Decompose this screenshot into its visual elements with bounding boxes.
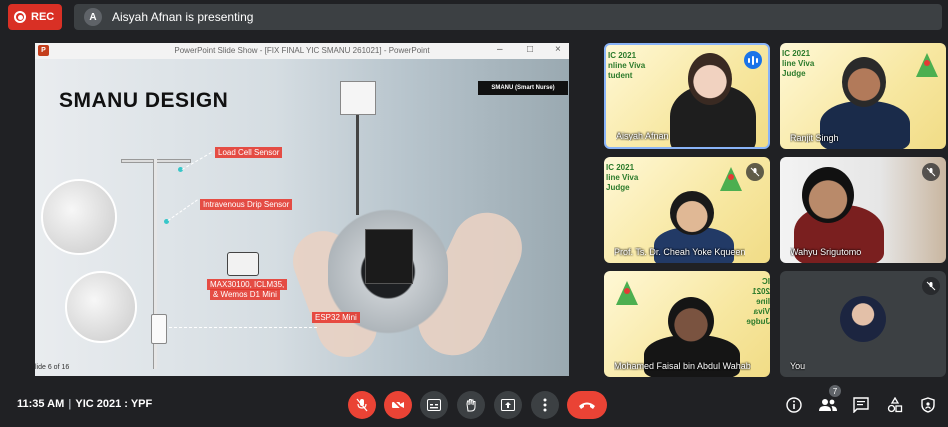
meeting-info: 11:35 AM | YIC 2021 : YPF (17, 398, 153, 410)
participant-name: Ranjit Singh (790, 133, 839, 143)
participant-tile-you[interactable]: You (780, 271, 946, 377)
captions-icon (427, 399, 441, 411)
participant-head (842, 57, 886, 107)
camera-toggle-button[interactable] (384, 391, 412, 419)
bottom-toolbar: 11:35 AM | YIC 2021 : YPF 7 (0, 385, 948, 427)
participant-tile-ranjit[interactable]: IC 2021 line Viva Judge Ranjit Singh (780, 43, 946, 149)
load-cell-label: Load Cell Sensor (215, 147, 283, 158)
esp32-label: ESP32 Mini (312, 312, 360, 323)
leave-call-button[interactable] (567, 391, 607, 419)
current-time: 11:35 AM (17, 398, 65, 410)
speaking-indicator-icon (744, 51, 762, 69)
slide-badge: SMANU (Smart Nurse) (478, 81, 568, 95)
more-options-button[interactable] (531, 391, 559, 419)
yic-logo-icon (720, 167, 742, 191)
microcontroller-image (365, 229, 413, 284)
mic-off-icon (746, 163, 764, 181)
raise-hand-button[interactable] (457, 391, 485, 419)
host-controls-button[interactable] (918, 395, 938, 415)
participant-count-badge: 7 (829, 385, 841, 397)
present-now-button[interactable] (494, 391, 522, 419)
recording-indicator[interactable]: REC (8, 4, 62, 30)
yic-logo-icon (616, 281, 638, 305)
pulse-oximeter-image (227, 252, 259, 276)
activities-button[interactable] (885, 395, 905, 415)
participant-name: Wahyu Srigutomo (790, 247, 862, 257)
end-call-icon (579, 402, 595, 409)
people-button[interactable] (818, 395, 838, 415)
camera-off-icon (391, 398, 405, 412)
participant-name: Aisyah Afnan (616, 131, 669, 141)
participant-name: You (790, 361, 806, 371)
meet-window: REC A Aisyah Afnan is presenting P Power… (0, 0, 948, 427)
maximize-icon: □ (527, 44, 534, 55)
participant-tile-mohamed[interactable]: IC 2021 line Viva Judge Mohamed Faisal bin… (604, 271, 770, 377)
record-icon (14, 11, 26, 23)
participant-tile-cheah[interactable]: IC 2021 line Viva Judge Prof. Ts. Dr. Chea… (604, 157, 770, 263)
window-title: PowerPoint Slide Show - [FIX FINAL YIC S… (174, 46, 430, 55)
recording-label: REC (31, 11, 55, 23)
slide-title: SMANU DESIGN (59, 89, 229, 112)
more-vert-icon (543, 398, 547, 412)
drip-line (167, 199, 198, 221)
close-icon: × (555, 44, 561, 55)
iv-device (151, 314, 167, 344)
viva-banner: IC 2021 line Viva Judge (746, 277, 770, 326)
shared-screen[interactable]: P PowerPoint Slide Show - [FIX FINAL YIC… (35, 43, 569, 376)
participant-tile-wahyu[interactable]: Wahyu Srigutomo (780, 157, 946, 263)
info-icon (786, 397, 802, 413)
activities-icon (887, 397, 903, 413)
participant-head (802, 167, 854, 223)
presenter-avatar: A (84, 8, 102, 26)
slide-content: SMANU DESIGN SMANU (Smart Nurse) Load Ce… (35, 59, 569, 376)
self-avatar (840, 296, 886, 342)
presenting-text: Aisyah Afnan is presenting (112, 10, 254, 24)
hand-icon (466, 399, 476, 412)
iv-bag-image (340, 81, 376, 115)
minimize-icon: – (497, 44, 503, 55)
participant-head (668, 297, 714, 345)
participant-head (670, 191, 714, 235)
presenting-banner: A Aisyah Afnan is presenting (74, 4, 942, 30)
chat-icon (853, 397, 869, 413)
shield-icon (921, 397, 935, 413)
drip-sensor-label: Intravenous Drip Sensor (200, 199, 293, 210)
esp-line (169, 327, 317, 328)
people-icon (819, 399, 837, 411)
participant-tile-aisyah[interactable]: IC 2021 nline Viva tudent Aisyah Afnan (604, 43, 770, 149)
participant-head (688, 53, 732, 105)
meeting-details-button[interactable] (784, 395, 804, 415)
mic-off-icon (922, 277, 940, 295)
wemos-label: & Wemos D1 Mini (210, 289, 280, 300)
iv-tube-image (356, 115, 359, 215)
mic-off-icon (356, 398, 368, 412)
chat-button[interactable] (851, 395, 871, 415)
captions-button[interactable] (420, 391, 448, 419)
viva-banner: IC 2021 line Viva Judge (782, 49, 815, 78)
window-titlebar: P PowerPoint Slide Show - [FIX FINAL YIC… (35, 43, 569, 59)
meeting-code: YIC 2021 : YPF (75, 398, 153, 410)
viva-banner: IC 2021 line Viva Judge (606, 163, 639, 192)
slide-number: lide 6 of 16 (35, 364, 70, 371)
finger-sensor-image (65, 271, 137, 343)
participant-name: Prof. Ts. Dr. Cheah Yoke Kqueen (614, 247, 746, 257)
mic-off-icon (922, 163, 940, 181)
yic-logo-icon (916, 53, 938, 77)
participant-name: Mohamed Faisal bin Abdul Wahab (614, 361, 751, 371)
mic-toggle-button[interactable] (348, 391, 376, 419)
viva-banner: IC 2021 nline Viva tudent (608, 51, 646, 80)
drip-closeup-image (41, 179, 117, 255)
present-screen-icon (501, 399, 515, 411)
